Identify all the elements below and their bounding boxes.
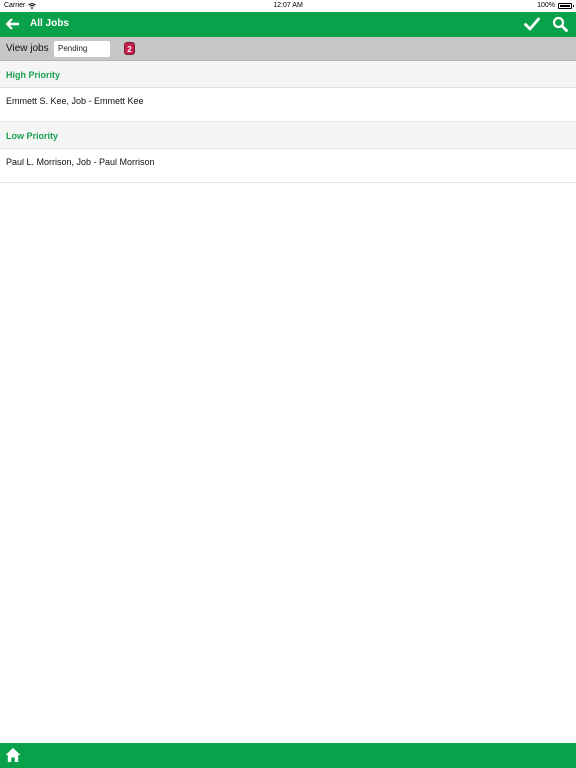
navigation-bar: All Jobs: [0, 12, 576, 37]
job-title: Paul L. Morrison, Job - Paul Morrison: [6, 157, 155, 167]
section-title: Low Priority: [6, 131, 59, 141]
section-header-low-priority: Low Priority: [0, 122, 576, 149]
battery-fill: [560, 4, 570, 7]
job-status-select[interactable]: Pending: [54, 41, 110, 57]
view-jobs-label: View jobs: [6, 43, 49, 54]
page-title: All Jobs: [30, 18, 69, 29]
bottom-toolbar: [0, 743, 576, 768]
battery-icon: [558, 2, 574, 9]
battery-percent: 100%: [537, 2, 555, 9]
search-icon[interactable]: [552, 16, 568, 32]
back-arrow-icon[interactable]: [6, 17, 20, 31]
home-icon[interactable]: [5, 747, 21, 763]
status-time: 12:07 AM: [273, 2, 303, 9]
list-item[interactable]: Paul L. Morrison, Job - Paul Morrison: [0, 149, 576, 183]
list-item[interactable]: Emmett S. Kee, Job - Emmett Kee: [0, 88, 576, 122]
status-bar: Carrier 12:07 AM 100%: [0, 0, 576, 12]
filter-bar: View jobs Pending 2: [0, 37, 576, 61]
checkmark-icon[interactable]: [524, 17, 540, 31]
section-title: High Priority: [6, 70, 61, 80]
job-title: Emmett S. Kee, Job - Emmett Kee: [6, 96, 144, 106]
app-screen: Carrier 12:07 AM 100% All Jobs View jobs…: [0, 0, 576, 768]
section-header-high-priority: High Priority: [0, 61, 576, 88]
status-right: 100%: [537, 2, 574, 9]
job-count-badge: 2: [124, 42, 135, 55]
